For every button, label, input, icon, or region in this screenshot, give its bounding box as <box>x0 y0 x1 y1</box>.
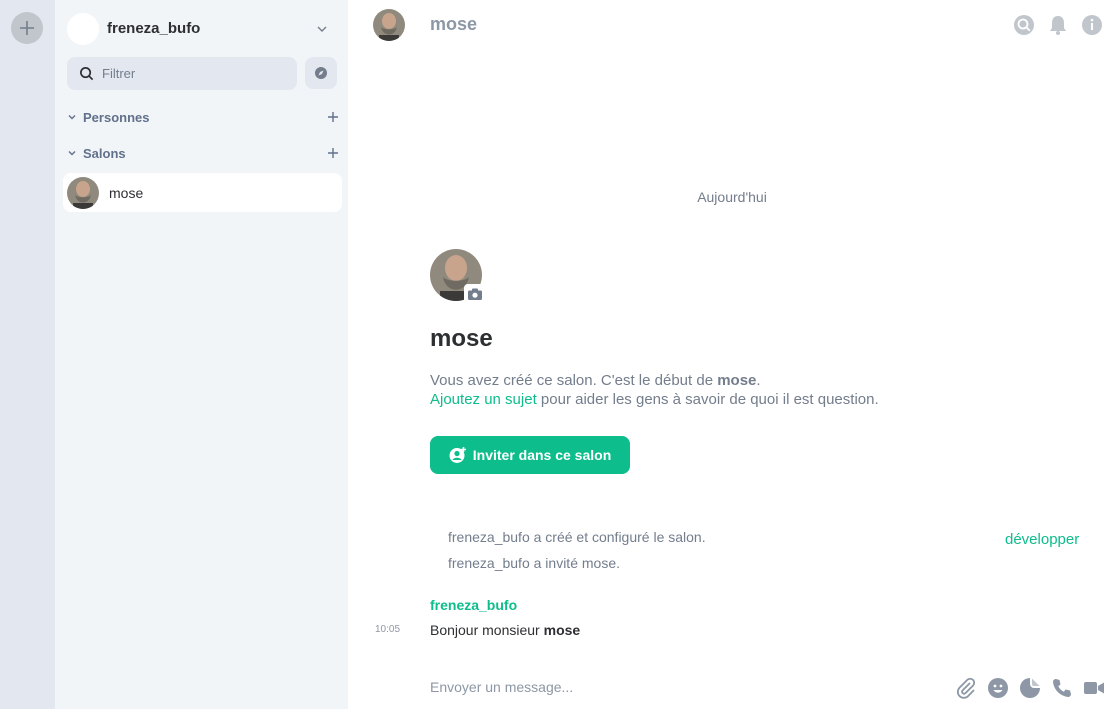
intro-line1-suffix: . <box>756 372 761 389</box>
invite-button[interactable]: Inviter dans ce salon <box>430 436 630 474</box>
chevron-down-icon[interactable] <box>67 148 77 158</box>
message-body: Bonjour monsieur mose <box>430 622 580 638</box>
bell-icon[interactable] <box>1047 14 1069 36</box>
search-icon[interactable] <box>1013 14 1035 36</box>
camera-icon <box>468 288 482 300</box>
room-view: mose Aujourd'hui mose Vous avez créé ce … <box>348 0 1116 709</box>
compass-icon <box>315 67 327 79</box>
timeline-event: freneza_bufo a créé et configuré le salo… <box>448 529 706 545</box>
chevron-down-icon[interactable] <box>67 112 77 122</box>
upload-avatar-button[interactable] <box>464 284 486 304</box>
paperclip-icon[interactable] <box>955 677 977 699</box>
section-people[interactable]: Personnes <box>67 107 339 127</box>
plus-icon[interactable] <box>327 147 339 159</box>
section-people-label: Personnes <box>83 109 150 125</box>
explore-rooms-button[interactable] <box>305 57 337 89</box>
video-icon[interactable] <box>1083 677 1105 699</box>
room-intro-text: Vous avez créé ce salon. C'est le début … <box>430 371 1070 409</box>
plus-icon <box>20 21 34 35</box>
room-name: mose <box>109 184 144 201</box>
chevron-down-icon[interactable] <box>315 22 329 36</box>
message-sender[interactable]: freneza_bufo <box>430 597 517 613</box>
plus-icon[interactable] <box>327 111 339 123</box>
message-composer-input[interactable]: Envoyer un message... <box>430 679 573 695</box>
filter-input[interactable] <box>102 66 282 81</box>
room-header: mose <box>348 0 1116 52</box>
section-rooms[interactable]: Salons <box>67 143 339 163</box>
create-space-button[interactable] <box>11 12 43 44</box>
search-icon <box>80 67 94 81</box>
intro-room-name: mose <box>717 372 757 389</box>
date-separator: Aujourd'hui <box>697 189 767 205</box>
room-header-name[interactable]: mose <box>430 14 477 35</box>
info-icon[interactable] <box>1081 14 1103 36</box>
phone-icon[interactable] <box>1051 677 1073 699</box>
room-filter[interactable] <box>67 57 297 90</box>
emoji-icon[interactable] <box>987 677 1009 699</box>
sticker-icon[interactable] <box>1019 677 1041 699</box>
invite-user-icon <box>449 447 466 463</box>
message-text: Bonjour monsieur <box>430 622 544 638</box>
space-bar <box>0 0 55 709</box>
intro-line1-prefix: Vous avez créé ce salon. C'est le début … <box>430 372 718 389</box>
add-topic-link[interactable]: Ajoutez un sujet <box>430 391 537 408</box>
invite-button-label: Inviter dans ce salon <box>472 447 612 463</box>
user-avatar[interactable] <box>67 12 99 45</box>
message-mention: mose <box>543 622 581 638</box>
room-header-avatar[interactable] <box>373 9 405 41</box>
user-name: freneza_bufo <box>107 20 201 37</box>
message-timestamp: 10:05 <box>375 624 401 635</box>
expand-events-link[interactable]: développer <box>1005 531 1079 548</box>
timeline-event: freneza_bufo a invité mose. <box>448 555 620 571</box>
section-rooms-label: Salons <box>83 145 126 161</box>
user-menu[interactable]: freneza_bufo <box>67 12 337 45</box>
intro-line2-suffix: pour aider les gens à savoir de quoi il … <box>536 391 879 408</box>
room-intro-title: mose <box>430 325 493 352</box>
room-list-panel: freneza_bufo Personnes Salons mose <box>55 0 348 709</box>
room-list-item[interactable]: mose <box>63 173 342 212</box>
room-avatar <box>67 176 99 209</box>
